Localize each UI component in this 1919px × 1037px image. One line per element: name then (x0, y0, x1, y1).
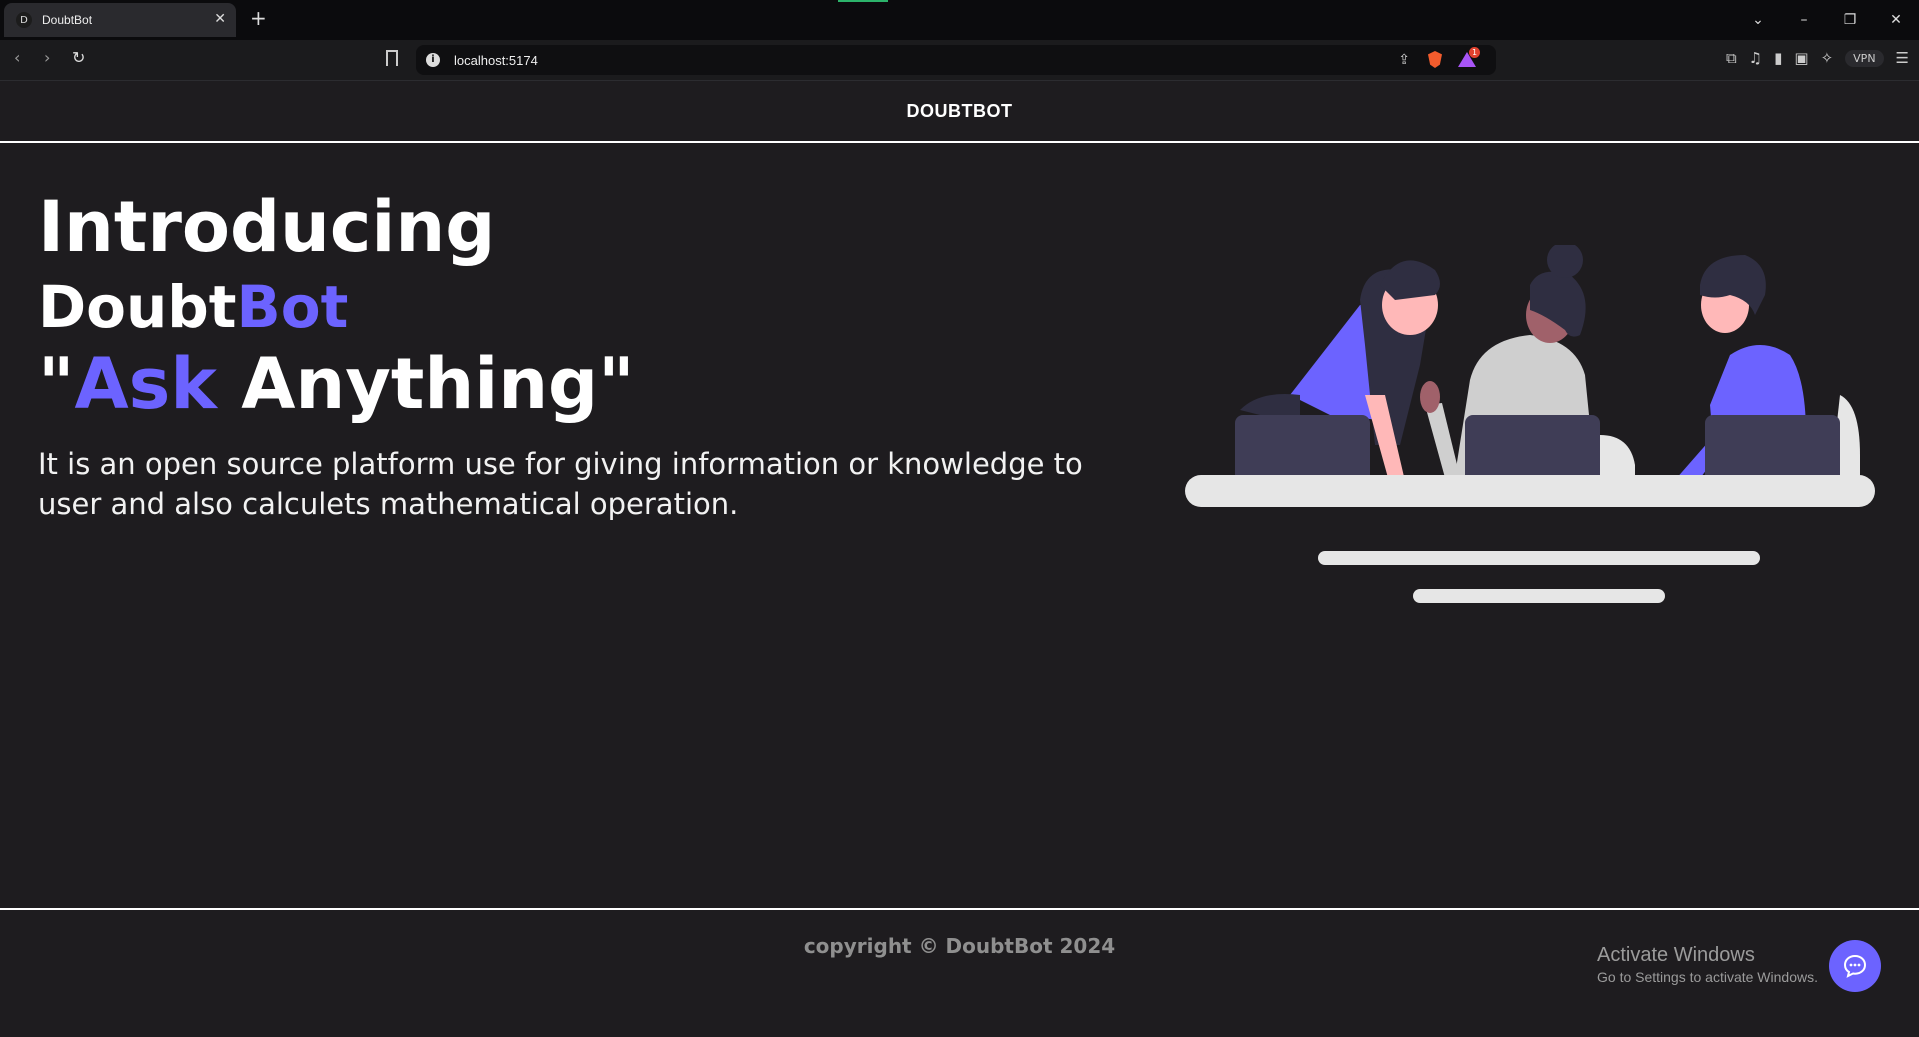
site-brand[interactable]: DOUBTBOT (907, 101, 1013, 122)
browser-tab[interactable]: D DoubtBot ✕ (4, 3, 236, 37)
watermark-line-2: Go to Settings to activate Windows. (1597, 969, 1818, 985)
chat-icon (1843, 954, 1867, 978)
quote-close: " (598, 343, 635, 425)
leo-icon[interactable]: ✧ (1821, 49, 1834, 67)
address-bar[interactable]: i localhost:5174 ⇪ 1 (416, 45, 1496, 75)
hero-title: Introducing (38, 186, 496, 268)
site-header: DOUBTBOT (0, 81, 1919, 143)
quote-open: " (38, 343, 75, 425)
rewards-badge: 1 (1469, 47, 1480, 58)
brave-shield-icon[interactable] (1428, 51, 1442, 68)
toolbar-icons: ⧉ ♫ ▮ ▣ ✧ VPN ☰ (1726, 49, 1909, 67)
tab-strip: D DoubtBot ✕ + ⌄ – ❐ ✕ (0, 0, 1919, 40)
close-window-icon[interactable]: ✕ (1873, 0, 1919, 40)
tab-title: DoubtBot (42, 13, 93, 27)
new-tab-button[interactable]: + (250, 6, 267, 30)
tab-accent-bar (838, 0, 888, 2)
footer-divider (0, 908, 1919, 910)
tab-search-icon[interactable]: ⌄ (1735, 0, 1781, 40)
window-controls: ⌄ – ❐ ✕ (1735, 0, 1919, 40)
back-icon[interactable]: ‹ (14, 48, 20, 67)
team-working-illustration (1185, 245, 1875, 603)
name-part-1: Doubt (38, 273, 237, 341)
share-icon[interactable]: ⇪ (1398, 52, 1410, 68)
watermark-line-1: Activate Windows (1597, 944, 1755, 966)
hero-description: It is an open source platform use for gi… (38, 447, 1083, 521)
hero-product-name: DoubtBot (38, 274, 348, 340)
windows-activation-watermark: Activate Windows Go to Settings to activ… (1597, 944, 1818, 985)
minimize-icon[interactable]: – (1781, 0, 1827, 40)
tagline-accent: Ask (74, 343, 217, 425)
sidebar-icon[interactable]: ▮ (1774, 49, 1782, 67)
close-tab-icon[interactable]: ✕ (214, 11, 226, 27)
tagline-rest: Anything (216, 343, 599, 425)
restore-icon[interactable]: ❐ (1827, 0, 1873, 40)
name-part-2: Bot (236, 273, 349, 341)
menu-icon[interactable]: ☰ (1896, 49, 1909, 67)
favicon-icon: D (16, 12, 32, 28)
extensions-icon[interactable]: ⧉ (1726, 49, 1737, 67)
reload-icon[interactable]: ↻ (72, 48, 85, 67)
chat-button[interactable] (1829, 940, 1881, 992)
browser-toolbar: ‹ › ↻ i localhost:5174 ⇪ 1 ⧉ ♫ ▮ ▣ ✧ VPN… (0, 40, 1919, 81)
wallet-icon[interactable]: ▣ (1794, 49, 1808, 67)
media-icon[interactable]: ♫ (1749, 49, 1762, 67)
forward-icon[interactable]: › (44, 48, 50, 67)
hero-tagline: "Ask Anything" (38, 344, 635, 424)
info-icon[interactable]: i (426, 53, 440, 67)
url-text[interactable]: localhost:5174 (454, 53, 538, 68)
bookmark-icon[interactable] (386, 50, 398, 66)
vpn-button[interactable]: VPN (1845, 49, 1884, 67)
